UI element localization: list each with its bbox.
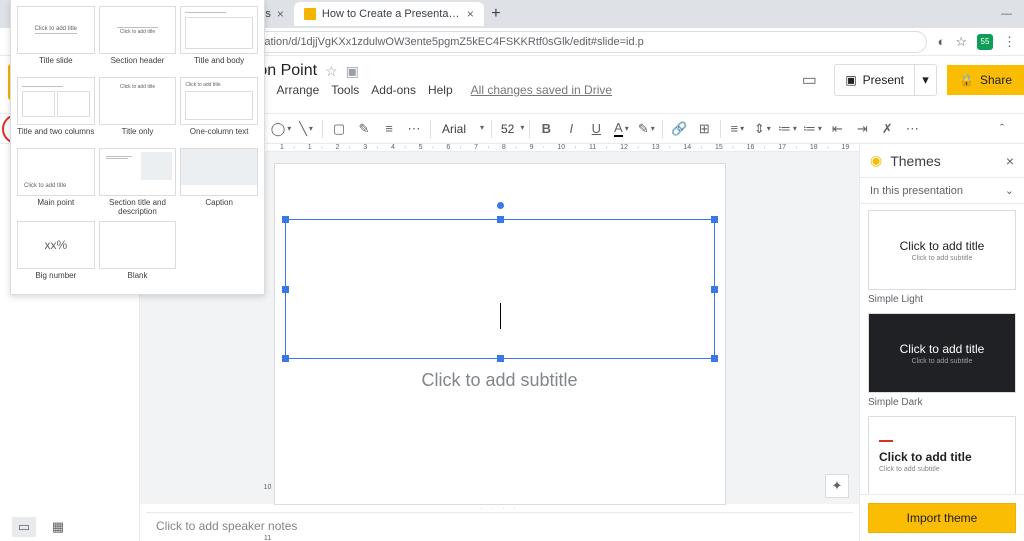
- layout-popover: Click to add title Title slide Click to …: [10, 0, 265, 295]
- line-tool[interactable]: ╲: [294, 117, 318, 141]
- grid-view-button[interactable]: ▦: [46, 517, 70, 537]
- window-controls: —: [1001, 8, 1024, 20]
- outdent-button[interactable]: ⇤: [825, 117, 849, 141]
- main-area: ▭ ▦ Click to add title Title slide Click…: [0, 144, 1024, 541]
- extension-badge[interactable]: 55: [977, 34, 993, 50]
- layout-main-point[interactable]: Click to add title Main point: [17, 148, 95, 217]
- speaker-notes[interactable]: Click to add speaker notes: [146, 512, 853, 541]
- fill-color-button[interactable]: ▢: [327, 117, 351, 141]
- share-button[interactable]: 🔒 Share: [947, 65, 1024, 95]
- theme-name: Simple Light: [868, 294, 1016, 305]
- layout-big-number[interactable]: xx% Big number: [17, 221, 95, 288]
- title-textbox[interactable]: [285, 219, 715, 359]
- layout-title-slide[interactable]: Click to add title Title slide: [17, 6, 95, 73]
- resize-handle[interactable]: [282, 286, 289, 293]
- menu-tools[interactable]: Tools: [331, 83, 359, 97]
- resize-handle[interactable]: [711, 286, 718, 293]
- link-button[interactable]: 🔗: [667, 117, 691, 141]
- filmstrip-view-button[interactable]: ▭: [12, 517, 36, 537]
- layout-blank[interactable]: Blank: [99, 221, 177, 288]
- border-dash-button[interactable]: ⋯: [402, 117, 426, 141]
- layout-section-desc[interactable]: Section title and description: [99, 148, 177, 217]
- resize-handle[interactable]: [282, 355, 289, 362]
- save-status[interactable]: All changes saved in Drive: [471, 83, 612, 97]
- shape-tool[interactable]: ◯: [269, 117, 293, 141]
- share-label: Share: [980, 73, 1012, 87]
- resize-handle[interactable]: [497, 355, 504, 362]
- subtitle-textbox[interactable]: Click to add subtitle: [275, 370, 725, 391]
- layout-title-body[interactable]: Title and body: [180, 6, 258, 73]
- collapse-toolbar-button[interactable]: ˆ: [990, 117, 1014, 141]
- present-button[interactable]: ▣ Present: [835, 65, 914, 95]
- tab-title: How to Create a Presentation on: [322, 8, 461, 20]
- star-icon[interactable]: ☆: [955, 34, 967, 50]
- text-caret: [500, 303, 501, 329]
- menu-addons[interactable]: Add-ons: [371, 83, 416, 97]
- italic-button[interactable]: I: [559, 117, 583, 141]
- text-color-button[interactable]: A: [609, 117, 633, 141]
- comment-button[interactable]: ⊞: [692, 117, 716, 141]
- align-button[interactable]: ≡: [725, 117, 749, 141]
- comments-button[interactable]: ▭: [794, 65, 824, 95]
- layout-section-header[interactable]: Click to add title Section header: [99, 6, 177, 73]
- close-icon[interactable]: ×: [277, 7, 284, 21]
- star-icon[interactable]: ☆: [325, 63, 338, 80]
- layout-two-columns[interactable]: Title and two columns: [17, 77, 95, 144]
- layout-title-only[interactable]: Click to add title Title only: [99, 77, 177, 144]
- themes-section-label: In this presentation: [870, 185, 963, 197]
- chevron-down-icon[interactable]: ⌄: [1005, 184, 1014, 197]
- theme-simple-dark[interactable]: Click to add title Click to add subtitle: [868, 313, 1016, 393]
- incognito-icon[interactable]: ◐: [937, 34, 945, 49]
- border-weight-button[interactable]: ≡: [377, 117, 401, 141]
- present-dropdown[interactable]: ▾: [914, 65, 936, 95]
- bulleted-list-button[interactable]: ≔: [800, 117, 824, 141]
- palette-icon: ◉: [870, 152, 882, 169]
- bold-button[interactable]: B: [534, 117, 558, 141]
- present-label: Present: [863, 73, 904, 87]
- layout-caption[interactable]: Caption: [180, 148, 258, 217]
- rotate-handle[interactable]: [497, 202, 504, 209]
- font-size-select[interactable]: 52: [496, 119, 525, 139]
- more-button[interactable]: ⋯: [900, 117, 924, 141]
- clear-format-button[interactable]: ✗: [875, 117, 899, 141]
- splitter-handle[interactable]: · · · ·: [140, 504, 859, 512]
- menu-help[interactable]: Help: [428, 83, 453, 97]
- resize-handle[interactable]: [711, 216, 718, 223]
- import-theme-button[interactable]: Import theme: [868, 503, 1016, 533]
- close-icon[interactable]: ×: [467, 7, 474, 21]
- themes-panel: ◉ Themes × In this presentation ⌄ Click …: [859, 144, 1024, 541]
- new-tab-button[interactable]: +: [484, 5, 508, 23]
- underline-button[interactable]: U: [584, 117, 608, 141]
- layout-one-column[interactable]: Click to add title One-column text: [180, 77, 258, 144]
- border-color-button[interactable]: ✎: [352, 117, 376, 141]
- theme-simple-light[interactable]: Click to add title Click to add subtitle: [868, 210, 1016, 290]
- close-icon[interactable]: ×: [1006, 153, 1014, 169]
- indent-button[interactable]: ⇥: [850, 117, 874, 141]
- menu-arrange[interactable]: Arrange: [277, 83, 320, 97]
- menu-icon[interactable]: ⋮: [1003, 34, 1016, 50]
- theme-streamline[interactable]: Click to add title Click to add subtitle: [868, 416, 1016, 494]
- resize-handle[interactable]: [282, 216, 289, 223]
- numbered-list-button[interactable]: ≔: [775, 117, 799, 141]
- lock-icon: 🔒: [959, 73, 974, 87]
- resize-handle[interactable]: [711, 355, 718, 362]
- resize-handle[interactable]: [497, 216, 504, 223]
- minimize-icon[interactable]: —: [1001, 8, 1012, 20]
- slides-icon: [304, 8, 316, 20]
- explore-button[interactable]: ✦: [825, 474, 849, 498]
- browser-tab-2[interactable]: How to Create a Presentation on ×: [294, 2, 484, 26]
- linespacing-button[interactable]: ⇕: [750, 117, 774, 141]
- slide-canvas[interactable]: Click to add subtitle: [275, 164, 725, 504]
- theme-name: Simple Dark: [868, 397, 1016, 408]
- present-icon: ▣: [845, 73, 856, 87]
- folder-icon[interactable]: ▣: [346, 63, 359, 80]
- font-select[interactable]: Arial: [435, 119, 487, 139]
- themes-title: Themes: [890, 153, 941, 169]
- highlight-button[interactable]: ✎: [634, 117, 658, 141]
